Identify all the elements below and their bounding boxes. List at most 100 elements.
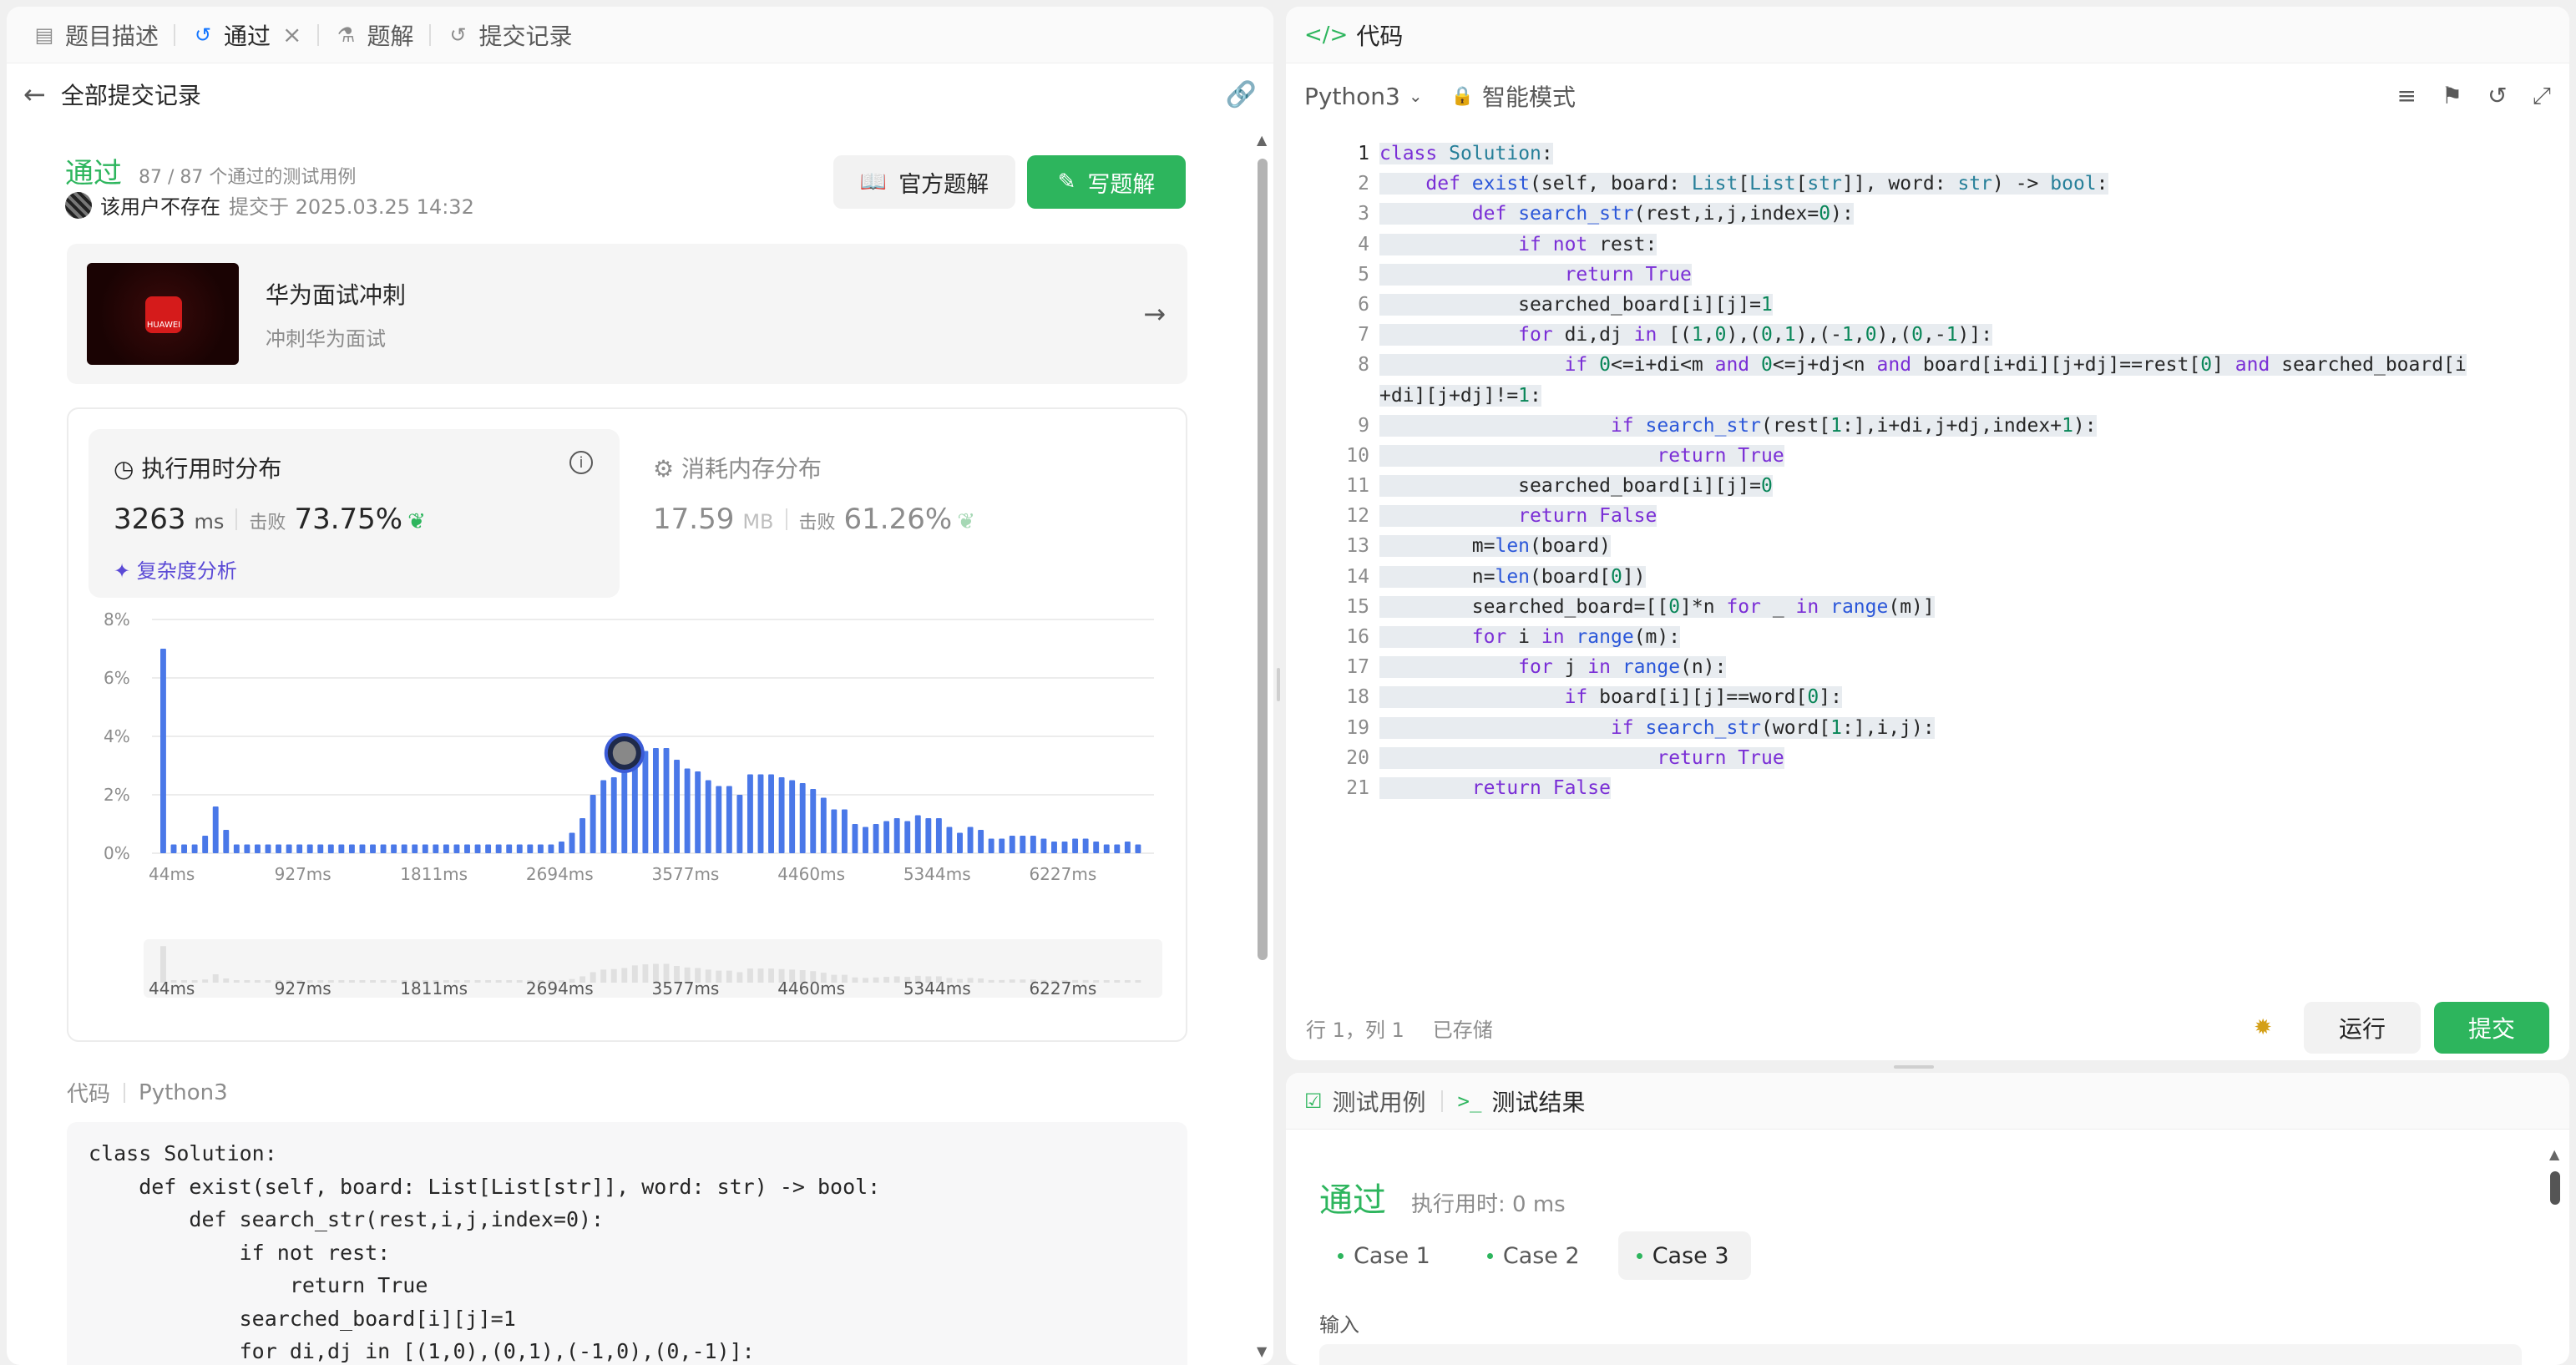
history-icon: ↺ <box>449 23 467 47</box>
y-tick-label: 8% <box>104 609 130 629</box>
avatar[interactable] <box>65 191 92 219</box>
memory-values: 17.59 MB 击败 61.26% ❦ <box>653 503 975 536</box>
info-icon[interactable]: i <box>569 451 593 474</box>
histogram-bar <box>999 838 1005 853</box>
scrollbar[interactable]: ▲ ▼ <box>1255 132 1270 1359</box>
vertical-resize-handle[interactable] <box>1277 668 1280 701</box>
range-selector-bar <box>999 979 1005 983</box>
range-selector-bar <box>474 980 481 983</box>
range-selector-bar <box>746 968 753 983</box>
arrow-right-icon[interactable]: → <box>1143 298 1166 330</box>
write-solution-button[interactable]: ✎ 写题解 <box>1027 155 1186 209</box>
scroll-up-icon[interactable]: ▲ <box>2549 1146 2559 1162</box>
complexity-analysis-link[interactable]: ✦ 复杂度分析 <box>114 554 237 584</box>
histogram-bar <box>223 830 230 853</box>
editor-footer: 行 1，列 1 已存储 ✹ 运行 提交 <box>1286 995 2569 1060</box>
histogram-bar <box>820 797 827 853</box>
arrow-left-icon[interactable]: ← <box>23 78 46 110</box>
chevron-down-icon: ⌄ <box>1408 86 1423 106</box>
official-solution-button[interactable]: 📖 官方题解 <box>833 155 1015 209</box>
close-icon[interactable]: × <box>282 21 301 48</box>
range-tick-label: 4460ms <box>777 978 845 998</box>
histogram-bar <box>244 844 251 853</box>
histogram-bar <box>674 760 681 853</box>
code-line: for di,dj in [(1,0),(0,1),(-1,0),(0,-1)]… <box>89 1339 755 1363</box>
editor-code-line: m=len(board) <box>1379 535 1611 558</box>
results-panel: ☑ 测试用例 >_ 测试结果 通过 执行用时: 0 ms Case 1 Case … <box>1286 1073 2569 1365</box>
case-tab[interactable]: Case 2 <box>1469 1231 1602 1280</box>
stats-card: ◷ 执行用时分布 i 3263 ms 击败 73.75% ❦ ✦ 复杂度分析 ⚙… <box>67 407 1187 1042</box>
histogram-bar <box>988 838 994 853</box>
histogram-bar <box>1124 842 1131 853</box>
tab-accepted[interactable]: ↺ 通过 × <box>179 7 313 63</box>
divider <box>785 508 787 530</box>
histogram-bar <box>317 844 324 853</box>
range-selector-bar <box>348 980 355 983</box>
debug-icon[interactable]: ✹ <box>2254 1015 2272 1040</box>
histogram-bar <box>527 844 534 853</box>
tab-divider <box>1440 1089 1443 1112</box>
line-number <box>1286 381 1369 411</box>
smart-mode-toggle[interactable]: 智能模式 <box>1482 79 1576 113</box>
range-selector-bar <box>265 980 271 983</box>
saved-status: 已存储 <box>1432 1018 1493 1042</box>
scrollbar-thumb[interactable] <box>2550 1171 2560 1205</box>
histogram-bar <box>746 774 753 853</box>
reset-icon[interactable]: ↺ <box>2487 82 2507 110</box>
username[interactable]: 该用户不存在 <box>100 190 220 220</box>
scrollbar-thumb[interactable] <box>1258 159 1268 960</box>
editor-code-line: return True <box>1379 743 2540 773</box>
editor-code-line: return True <box>1379 441 2540 471</box>
histogram-bar <box>422 844 428 853</box>
line-number: 1 <box>1358 143 1369 164</box>
scroll-down-icon[interactable]: ▼ <box>1257 1343 1267 1359</box>
code-area[interactable]: class Solution: def exist(self, board: L… <box>1379 139 2540 803</box>
results-scrollbar[interactable]: ▲ <box>2548 1146 2563 1355</box>
histogram-bar <box>642 751 649 853</box>
submit-button[interactable]: 提交 <box>2434 1002 2549 1054</box>
promo-card[interactable]: HUAWEI 华为面试冲刺 冲刺华为面试 → <box>67 244 1187 384</box>
case-tab[interactable]: Case 1 <box>1319 1231 1452 1280</box>
all-submissions-link[interactable]: 全部提交记录 <box>61 78 201 111</box>
tab-description[interactable]: ▤ 题目描述 <box>20 7 170 63</box>
user-row: 该用户不存在 提交于 2025.03.25 14:32 <box>65 190 474 220</box>
bookmark-icon[interactable]: ⚑ <box>2442 82 2462 110</box>
tab-solutions[interactable]: ⚗ 题解 <box>322 7 426 63</box>
tab-submissions[interactable]: ↺ 提交记录 <box>434 7 585 63</box>
runtime-box[interactable]: ◷ 执行用时分布 i 3263 ms 击败 73.75% ❦ ✦ 复杂度分析 <box>89 429 620 598</box>
format-icon[interactable]: ≡ <box>2397 82 2417 110</box>
runtime-histogram[interactable]: 8% 6% 4% 2% 0% 44ms 927ms 1811ms 2694ms 3577ms 446… <box>68 609 1186 1027</box>
submission-content: 通过 87 / 87 个通过的测试用例 该用户不存在 提交于 2025.03.2… <box>7 125 1251 1365</box>
histogram-bar <box>443 844 449 853</box>
result-status-row: 通过 执行用时: 0 ms <box>1319 1173 1566 1221</box>
range-selector-bar <box>978 978 984 983</box>
code-language: Python3 <box>139 1079 228 1105</box>
case-tab[interactable]: Case 3 <box>1617 1231 1751 1280</box>
histogram-bar <box>391 844 397 853</box>
horizontal-resize-handle[interactable] <box>1894 1065 1934 1069</box>
runtime-values: 3263 ms 击败 73.75% ❦ <box>114 503 426 536</box>
histogram-bar <box>453 844 460 853</box>
expand-icon[interactable]: ⤢ <box>2533 82 2551 110</box>
tab-test-result[interactable]: >_ 测试结果 <box>1458 1084 1586 1118</box>
histogram-bar <box>736 795 743 853</box>
submission-panel: ▤ 题目描述 ↺ 通过 × ⚗ 题解 ↺ 提交记录 ← 全部提交记录 🔗 通过 … <box>7 7 1273 1365</box>
run-button[interactable]: 运行 <box>2304 1002 2421 1054</box>
line-number: 13 <box>1346 535 1369 558</box>
lock-icon: 🔒 <box>1450 85 1475 107</box>
editor-code-line: class Solution: <box>1379 143 1553 164</box>
histogram-bar <box>810 789 817 853</box>
terminal-icon: >_ <box>1457 1089 1482 1113</box>
histogram-bar <box>1061 842 1068 853</box>
editor-code-line: searched_board=[[0]*n for _ in range(m)] <box>1379 595 1935 618</box>
scroll-up-icon[interactable]: ▲ <box>1257 132 1267 148</box>
memory-box[interactable]: ⚙ 消耗内存分布 17.59 MB 击败 61.26% ❦ <box>653 429 1154 598</box>
language-select[interactable]: Python3 ⌄ <box>1304 83 1423 110</box>
histogram-bar <box>757 774 764 853</box>
histogram-bar <box>1030 836 1036 853</box>
x-tick-label: 6227ms <box>1029 864 1096 884</box>
tab-testcases[interactable]: ☑ 测试用例 <box>1304 1084 1426 1118</box>
code-editor[interactable]: 1 2 3 4 5 6 7 8 9 10 11 12 13 14 15 16 17 18 19 20 21 class … <box>1286 132 2569 992</box>
histogram-bar <box>663 748 670 853</box>
link-icon[interactable]: 🔗 <box>1226 80 1257 109</box>
